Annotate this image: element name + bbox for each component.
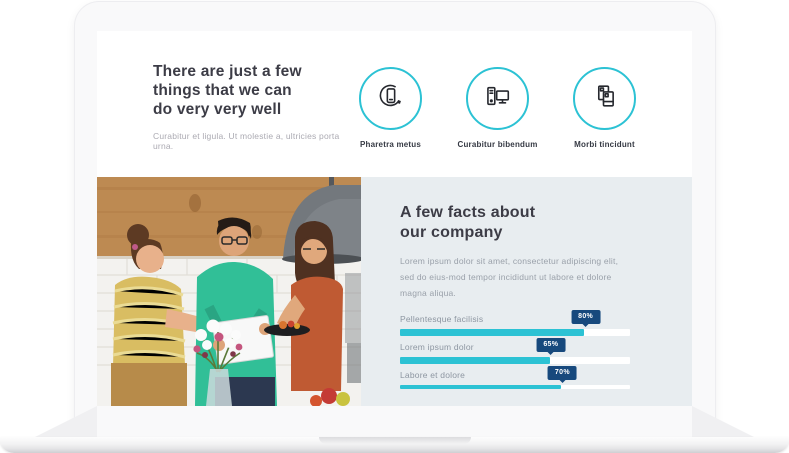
feature-label: Pharetra metus: [360, 140, 421, 149]
facts-copy: A few facts about our company Lorem ipsu…: [400, 177, 632, 395]
facts-section: A few facts about our company Lorem ipsu…: [97, 177, 692, 406]
kitchen-photo: [97, 177, 361, 406]
feature-circle: [359, 67, 422, 130]
progress-value-badge: 80%: [571, 310, 600, 324]
features-copy: There are just a few things that we can …: [153, 62, 313, 151]
desktop-computer-icon: [483, 81, 513, 116]
feature-item-curabitur: Curabitur bibendum: [466, 67, 529, 130]
feature-circle: [466, 67, 529, 130]
feature-circle: [573, 67, 636, 130]
progress-fill: [400, 385, 561, 389]
progress-fill: [400, 357, 550, 364]
facts-paragraph: Lorem ipsum dolor sit amet, consectetur …: [400, 253, 632, 301]
laptop-hinge-notch: [319, 437, 471, 444]
feature-items-row: Pharetra metus: [359, 67, 636, 130]
features-section: There are just a few things that we can …: [97, 31, 692, 177]
laptop-mockup-hero: There are just a few things that we can …: [0, 0, 789, 453]
feature-label: Curabitur bibendum: [457, 140, 537, 149]
progress-track: [400, 329, 630, 336]
feature-label: Morbi tincidunt: [574, 140, 635, 149]
features-subheading: Curabitur et ligula. Ut molestie a, ultr…: [153, 131, 353, 151]
phone-sync-icon: [376, 81, 406, 116]
progress-track: [400, 385, 630, 389]
progress-row-labore: Labore et dolore 70%: [400, 370, 632, 389]
facts-heading-line1: A few facts about: [400, 203, 632, 223]
features-heading: There are just a few things that we can …: [153, 62, 305, 120]
progress-value-badge: 65%: [536, 338, 565, 352]
progress-label: Lorem ipsum dolor: [400, 342, 632, 352]
progress-track: [400, 357, 630, 364]
laptop-hinge-flare-right: [692, 406, 754, 437]
website-screen: There are just a few things that we can …: [97, 31, 692, 406]
progress-label: Labore et dolore: [400, 370, 632, 380]
feature-item-morbi: Morbi tincidunt: [573, 67, 636, 130]
mobile-cards-icon: [590, 81, 620, 116]
progress-bars: Pellentesque facilisis 80% Lorem ipsum d…: [400, 314, 632, 389]
progress-value-badge: 70%: [548, 366, 577, 380]
progress-fill: [400, 329, 584, 336]
progress-row-lorem: Lorem ipsum dolor 65%: [400, 342, 632, 364]
progress-row-pellentesque: Pellentesque facilisis 80%: [400, 314, 632, 336]
facts-heading: A few facts about our company: [400, 203, 632, 243]
feature-item-pharetra: Pharetra metus: [359, 67, 422, 130]
facts-heading-line2: our company: [400, 223, 632, 243]
